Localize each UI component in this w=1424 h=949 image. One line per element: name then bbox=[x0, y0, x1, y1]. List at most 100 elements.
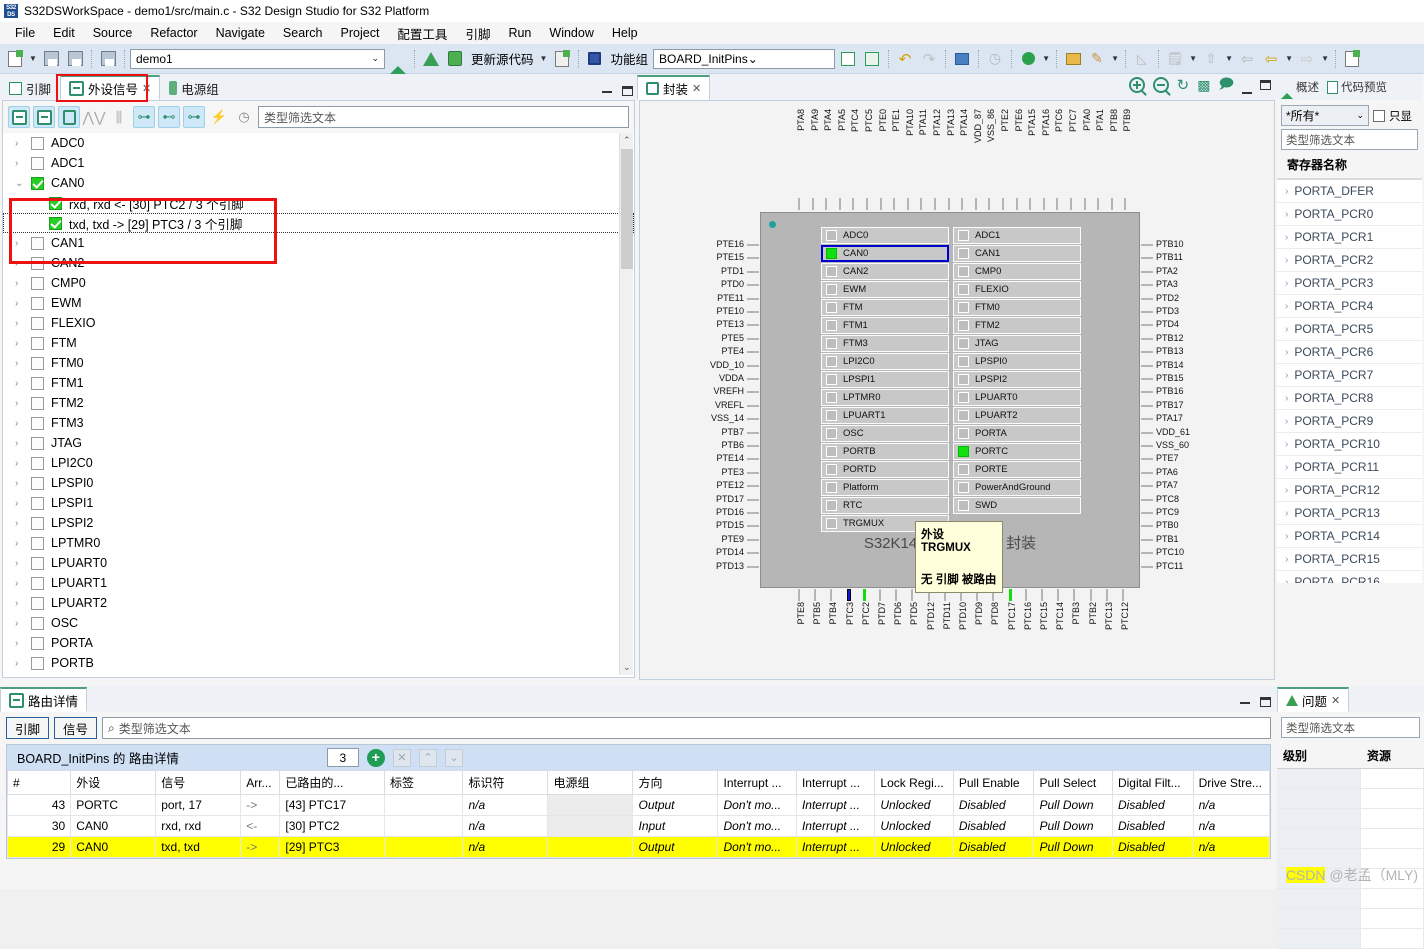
register-row-porta_pcr13[interactable]: › PORTA_PCR13 bbox=[1277, 502, 1422, 525]
register-row-porta_pcr1[interactable]: › PORTA_PCR1 bbox=[1277, 226, 1422, 249]
problems-col-level[interactable]: 级别 bbox=[1277, 743, 1361, 768]
menu-navigate[interactable]: Navigate bbox=[207, 24, 274, 42]
pin-label-pte6[interactable]: PTE6 bbox=[1014, 109, 1024, 132]
tree-item-checkbox[interactable] bbox=[31, 456, 44, 470]
pin-label-ptb10[interactable]: PTB10 bbox=[1156, 239, 1216, 249]
pin-label-ptd3[interactable]: PTD3 bbox=[1156, 306, 1216, 316]
pin-label-pta15[interactable]: PTA15 bbox=[1027, 109, 1037, 136]
undo-icon[interactable]: ↶ bbox=[894, 48, 916, 70]
forward-dropdown-icon[interactable]: ▼ bbox=[1320, 54, 1330, 63]
bidir-signals-icon[interactable]: ⊶ bbox=[183, 106, 205, 128]
update-source-label[interactable]: 更新源代码 bbox=[468, 49, 537, 68]
chevron-right-icon[interactable]: › bbox=[1285, 370, 1288, 381]
pin-label-ptc11[interactable]: PTC11 bbox=[1156, 561, 1216, 571]
pin-label-vdd_87[interactable]: VDD_87 bbox=[973, 109, 983, 143]
chevron-right-icon[interactable]: › bbox=[15, 458, 31, 469]
pin-label-ptb9[interactable]: PTB9 bbox=[1122, 109, 1132, 132]
tree-item-checkbox[interactable] bbox=[31, 276, 44, 290]
table-row[interactable]: 29 CAN0 txd, txd -> [29] PTC3 n/a Output Don't … bbox=[6, 836, 1271, 858]
pencil-dropdown-icon[interactable]: ▼ bbox=[1110, 54, 1120, 63]
problems-row[interactable] bbox=[1277, 809, 1424, 829]
pin-label-pte2[interactable]: PTE2 bbox=[1000, 109, 1010, 132]
tab-code-preview[interactable]: 代码预览 bbox=[1323, 75, 1391, 100]
close-icon[interactable]: ✕ bbox=[142, 82, 151, 95]
tree-item-lpuart2[interactable]: › LPUART2 bbox=[3, 593, 634, 613]
column-header-11[interactable]: Lock Regi... bbox=[874, 770, 954, 795]
column-header-1[interactable]: 外设 bbox=[70, 770, 157, 795]
chevron-right-icon[interactable]: › bbox=[15, 258, 31, 269]
chevron-right-icon[interactable]: › bbox=[15, 658, 31, 669]
tree-item-checkbox[interactable] bbox=[31, 596, 44, 610]
register-row-porta_pcr6[interactable]: › PORTA_PCR6 bbox=[1277, 341, 1422, 364]
pin-label-pte5[interactable]: PTE5 bbox=[684, 333, 744, 343]
column-header-8[interactable]: 方向 bbox=[632, 770, 719, 795]
peripheral-block-ftm1[interactable]: FTM1 bbox=[821, 317, 949, 334]
chevron-down-icon[interactable]: ⌄ bbox=[15, 178, 31, 189]
maximize-icon[interactable] bbox=[622, 86, 633, 96]
pin-label-ptc15[interactable]: PTC15 bbox=[1039, 602, 1049, 630]
tree-item-checkbox[interactable] bbox=[31, 136, 44, 150]
chevron-right-icon[interactable]: › bbox=[15, 358, 31, 369]
back-history-icon[interactable]: ⇦ bbox=[1260, 48, 1282, 70]
pin-label-ptd0[interactable]: PTD0 bbox=[684, 279, 744, 289]
home-icon[interactable] bbox=[387, 48, 409, 74]
tree-item-adc0[interactable]: › ADC0 bbox=[3, 133, 634, 153]
peripheral-block-can2[interactable]: CAN2 bbox=[821, 263, 949, 280]
pin-label-pte13[interactable]: PTE13 bbox=[684, 319, 744, 329]
pin-label-pta9[interactable]: PTA9 bbox=[810, 109, 820, 131]
project-selector[interactable]: demo1 ⌄ bbox=[130, 48, 385, 69]
tree-item-checkbox[interactable] bbox=[31, 376, 44, 390]
register-row-porta_pcr10[interactable]: › PORTA_PCR10 bbox=[1277, 433, 1422, 456]
tree-item-can2[interactable]: › CAN2 bbox=[3, 253, 634, 273]
chevron-right-icon[interactable]: › bbox=[15, 618, 31, 629]
scrollbar-thumb[interactable] bbox=[621, 149, 633, 269]
pin-label-ptd8[interactable]: PTD8 bbox=[990, 602, 1000, 625]
pin-label-ptb6[interactable]: PTB6 bbox=[684, 440, 744, 450]
peripheral-block-lpuart1[interactable]: LPUART1 bbox=[821, 407, 949, 424]
tree-item-lpspi2[interactable]: › LPSPI2 bbox=[3, 513, 634, 533]
peripheral-block-porta[interactable]: PORTA bbox=[953, 425, 1081, 442]
tree-item-checkbox[interactable] bbox=[31, 616, 44, 630]
tab-routing-details[interactable]: 路由详情 bbox=[0, 687, 88, 712]
pin-label-ptb8[interactable]: PTB8 bbox=[1109, 109, 1119, 132]
filter-by-pin-button[interactable]: 引脚 bbox=[6, 717, 50, 739]
register-row-porta_pcr5[interactable]: › PORTA_PCR5 bbox=[1277, 318, 1422, 341]
chevron-right-icon[interactable]: › bbox=[15, 638, 31, 649]
chevron-right-icon[interactable]: › bbox=[1285, 232, 1288, 243]
waveform-multi-icon[interactable]: ⫼ bbox=[108, 106, 130, 128]
register-filter-input[interactable]: 类型筛选文本 bbox=[1281, 129, 1418, 150]
filter-by-signal-button[interactable]: 信号 bbox=[54, 717, 98, 739]
update-source-icon[interactable] bbox=[444, 48, 466, 70]
column-header-5[interactable]: 标签 bbox=[384, 770, 464, 795]
add-row-icon[interactable]: + bbox=[366, 748, 385, 767]
menu-window[interactable]: Window bbox=[540, 24, 602, 42]
peripheral-block-adc1[interactable]: ADC1 bbox=[953, 227, 1081, 244]
tree-item-can1[interactable]: › CAN1 bbox=[3, 233, 634, 253]
pin-label-ptb11[interactable]: PTB11 bbox=[1156, 252, 1216, 262]
tree-item-ftm0[interactable]: › FTM0 bbox=[3, 353, 634, 373]
pin-label-ptb4[interactable]: PTB4 bbox=[828, 602, 838, 625]
pin-label-ptd14[interactable]: PTD14 bbox=[684, 547, 744, 557]
pin-label-pte16[interactable]: PTE16 bbox=[684, 239, 744, 249]
warning-icon[interactable] bbox=[420, 48, 442, 70]
validate-icon[interactable] bbox=[837, 48, 859, 70]
pin-label-pte14[interactable]: PTE14 bbox=[684, 453, 744, 463]
tree-item-checkbox[interactable] bbox=[31, 176, 44, 190]
tab-package[interactable]: 封装 ✕ bbox=[637, 75, 711, 100]
tree-item-checkbox[interactable] bbox=[31, 436, 44, 450]
scroll-down-icon[interactable]: ⌄ bbox=[623, 662, 631, 673]
tree-scrollbar[interactable]: ⌃ ⌄ bbox=[619, 133, 633, 675]
peripheral-block-lpuart0[interactable]: LPUART0 bbox=[953, 389, 1081, 406]
pin-label-ptd17[interactable]: PTD17 bbox=[684, 494, 744, 504]
tree-item-checkbox[interactable] bbox=[31, 356, 44, 370]
chevron-right-icon[interactable]: › bbox=[15, 158, 31, 169]
next-annotation-icon[interactable]: ⇧ bbox=[1200, 48, 1222, 70]
peripheral-block-portd[interactable]: PORTD bbox=[821, 461, 949, 478]
chevron-right-icon[interactable]: › bbox=[1285, 531, 1288, 542]
column-header-4[interactable]: 已路由的... bbox=[279, 770, 386, 795]
pin-label-ptc6[interactable]: PTC6 bbox=[1054, 109, 1064, 132]
pin-label-ptd1[interactable]: PTD1 bbox=[684, 266, 744, 276]
tree-item-checkbox[interactable] bbox=[49, 216, 62, 230]
redo-icon[interactable]: ↷ bbox=[918, 48, 940, 70]
register-row-porta_pcr16[interactable]: › PORTA_PCR16 bbox=[1277, 571, 1422, 583]
